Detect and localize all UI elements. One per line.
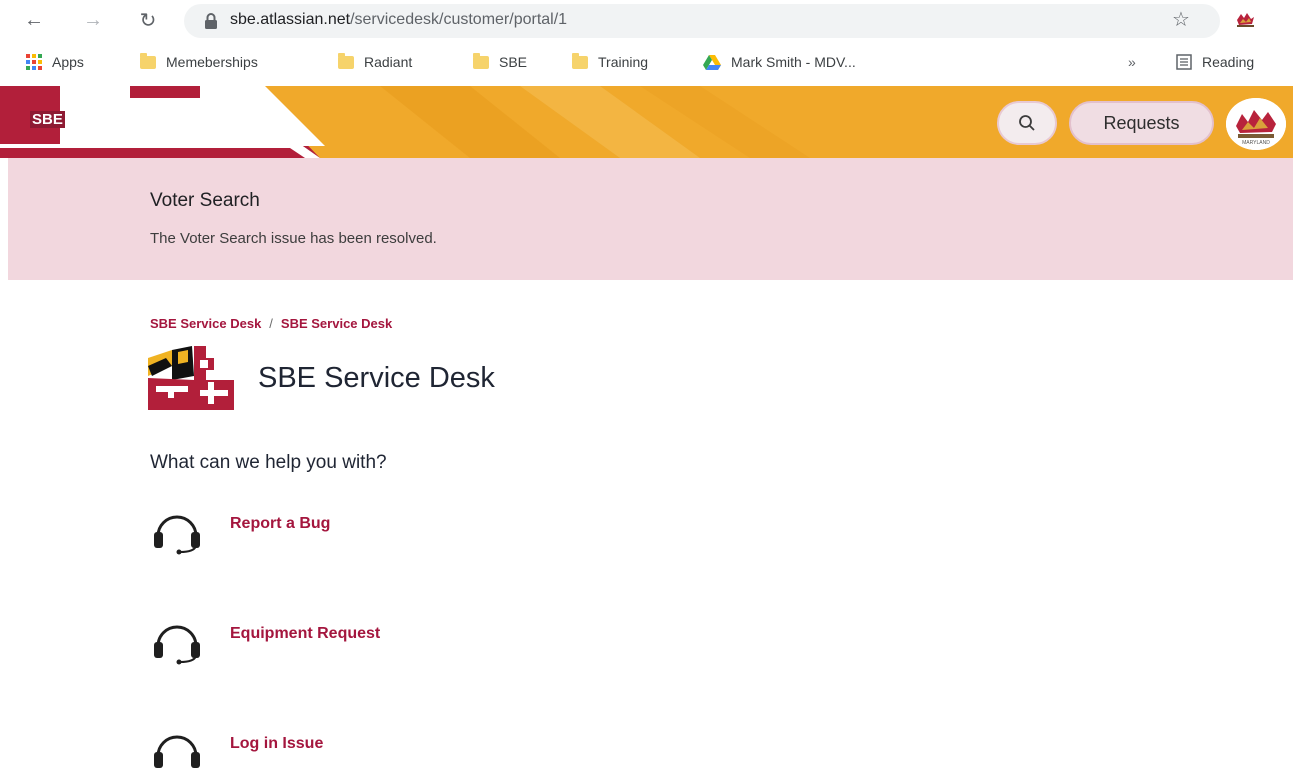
bookmark-label: Apps — [52, 54, 84, 70]
forward-button[interactable]: → — [81, 8, 105, 32]
bookmark-label: Mark Smith - MDV... — [731, 54, 856, 70]
bookmark-label: Training — [598, 54, 649, 70]
service-desk-title: SBE Service Desk — [258, 362, 495, 394]
folder-icon — [473, 52, 489, 69]
portal-logo-text[interactable]: SBE Service Desk — [30, 111, 158, 128]
help-heading: What can we help you with? — [150, 452, 387, 473]
folder-icon — [140, 52, 156, 69]
bookmark-label: Memeberships — [166, 54, 258, 70]
reload-button[interactable]: ↻ — [136, 8, 160, 32]
headset-icon — [154, 625, 200, 665]
folder-icon — [338, 52, 354, 69]
request-type-report-bug[interactable]: Report a Bug — [150, 512, 550, 556]
portal-header: SBE Service Desk Requests MARYLAND — [0, 86, 1293, 158]
bookmark-star-icon[interactable]: ☆ — [1172, 7, 1190, 32]
user-avatar[interactable]: MARYLAND — [1226, 98, 1286, 150]
request-type-label: Equipment Request — [230, 625, 381, 642]
requests-button[interactable]: Requests — [1069, 101, 1214, 145]
headset-icon — [154, 735, 200, 768]
headset-icon — [154, 515, 200, 555]
breadcrumb: SBE Service Desk / SBE Service Desk — [150, 316, 392, 331]
reading-list-label: Reading — [1202, 54, 1255, 70]
bookmark-memeberships[interactable]: Memeberships — [140, 52, 258, 72]
bookmark-sbe[interactable]: SBE — [473, 52, 527, 72]
apps-grid-icon — [26, 54, 42, 70]
google-drive-icon — [703, 55, 721, 70]
request-type-label: Report a Bug — [230, 515, 331, 532]
request-type-equipment-request[interactable]: Equipment Request — [150, 622, 550, 666]
more-bookmarks-button[interactable]: » — [1128, 52, 1136, 72]
url-path: /servicedesk/customer/portal/1 — [350, 11, 568, 28]
bookmark-label: Radiant — [364, 54, 413, 70]
reading-list-button[interactable]: Reading — [1176, 52, 1254, 72]
address-bar[interactable]: sbe.atlassian.net/servicedesk/customer/p… — [184, 4, 1220, 38]
bookmark-label: SBE — [499, 54, 528, 70]
url-domain: sbe.atlassian.net — [230, 11, 351, 28]
bookmark-mark-smith[interactable]: Mark Smith - MDV... — [703, 52, 856, 72]
browser-window: ← → ↻ sbe.atlassian.net/servicedesk/cust… — [0, 0, 1293, 768]
maryland-seal-icon: MARYLAND — [1226, 98, 1286, 150]
service-desk-logo-icon — [148, 346, 234, 410]
url-text: sbe.atlassian.net/servicedesk/customer/p… — [230, 11, 567, 29]
portal-logo-faded: Service Desk — [64, 111, 159, 128]
request-type-label: Log in Issue — [230, 735, 324, 752]
announcement-title: Voter Search — [150, 190, 260, 211]
breadcrumb-separator: / — [269, 316, 273, 331]
search-icon — [1019, 115, 1035, 131]
folder-icon — [572, 52, 588, 69]
lock-icon — [205, 13, 217, 29]
search-button[interactable] — [997, 101, 1057, 145]
bookmarks-bar: Apps Memeberships Radiant SBE Training M… — [0, 42, 1293, 80]
browser-toolbar: ← → ↻ sbe.atlassian.net/servicedesk/cust… — [0, 0, 1293, 42]
profile-avatar-icon[interactable] — [1234, 10, 1256, 30]
reading-list-icon — [1176, 54, 1192, 70]
back-button[interactable]: ← — [22, 8, 46, 32]
bookmark-training[interactable]: Training — [572, 52, 648, 72]
announcement-banner: Voter Search The Voter Search issue has … — [8, 158, 1293, 280]
bookmark-apps[interactable]: Apps — [26, 52, 84, 72]
bookmark-radiant[interactable]: Radiant — [338, 52, 412, 72]
request-type-login-issue[interactable]: Log in Issue — [150, 732, 550, 768]
announcement-message: The Voter Search issue has been resolved… — [150, 230, 437, 247]
breadcrumb-link-desk[interactable]: SBE Service Desk — [281, 316, 392, 331]
breadcrumb-link-home[interactable]: SBE Service Desk — [150, 316, 261, 331]
svg-text:MARYLAND: MARYLAND — [1242, 140, 1270, 146]
portal-logo-sbe: SBE — [30, 111, 65, 128]
